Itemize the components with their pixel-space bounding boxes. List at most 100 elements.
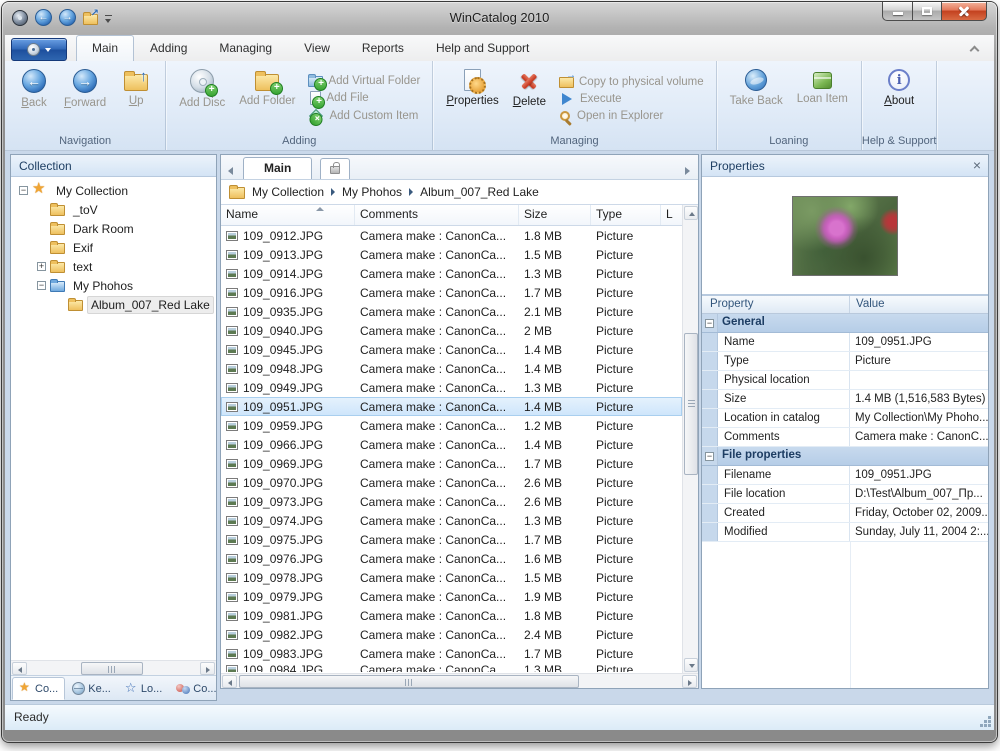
property-row-comments[interactable]: CommentsCamera make : CanonC... bbox=[702, 428, 988, 447]
tab-scroll-right-icon[interactable] bbox=[682, 161, 694, 179]
ribbon-tab-view[interactable]: View bbox=[288, 35, 346, 61]
property-row-created[interactable]: CreatedFriday, October 02, 2009... bbox=[702, 504, 988, 523]
file-row-109-0975-jpg[interactable]: 109_0975.JPGCamera make : CanonCa...1.7 … bbox=[221, 530, 682, 549]
file-row-109-0951-jpg[interactable]: 109_0951.JPGCamera make : CanonCa...1.4 … bbox=[221, 397, 682, 416]
collapse-icon[interactable]: − bbox=[37, 281, 46, 290]
resize-grip-icon[interactable] bbox=[988, 724, 991, 727]
scrollbar-thumb[interactable] bbox=[684, 333, 698, 475]
scroll-left-icon[interactable] bbox=[12, 662, 27, 675]
loan-item-button[interactable]: Loan Item bbox=[791, 65, 854, 133]
file-list-vertical-scrollbar[interactable] bbox=[682, 205, 698, 673]
forward-button[interactable]: Forward bbox=[58, 65, 112, 133]
ribbon-tab-managing[interactable]: Managing bbox=[203, 35, 288, 61]
scrollbar-thumb[interactable] bbox=[239, 675, 579, 688]
panel-tab-ke[interactable]: Ke... bbox=[65, 677, 118, 700]
properties-button[interactable]: Properties bbox=[440, 65, 504, 133]
expand-icon[interactable]: + bbox=[37, 262, 46, 271]
open-in-explorer-button[interactable]: Open in Explorer bbox=[559, 110, 704, 122]
file-row-109-0949-jpg[interactable]: 109_0949.JPGCamera make : CanonCa...1.3 … bbox=[221, 378, 682, 397]
file-row-109-0945-jpg[interactable]: 109_0945.JPGCamera make : CanonCa...1.4 … bbox=[221, 340, 682, 359]
column-header-name[interactable]: Name bbox=[221, 205, 355, 225]
file-row-109-0914-jpg[interactable]: 109_0914.JPGCamera make : CanonCa...1.3 … bbox=[221, 264, 682, 283]
property-row-location-in-catalog[interactable]: Location in catalogMy Collection\My Phoh… bbox=[702, 409, 988, 428]
add-folder-button[interactable]: Add Folder bbox=[233, 65, 301, 133]
ribbon-tab-reports[interactable]: Reports bbox=[346, 35, 420, 61]
scroll-right-icon[interactable] bbox=[200, 662, 215, 675]
ribbon-tab-adding[interactable]: Adding bbox=[134, 35, 203, 61]
tree-item-text[interactable]: +text bbox=[11, 257, 216, 276]
document-tab-locked[interactable] bbox=[320, 158, 350, 179]
document-tab-main[interactable]: Main bbox=[243, 157, 312, 179]
copy-to-physical-volume-button[interactable]: Copy to physical volume bbox=[559, 76, 704, 88]
column-header-l[interactable]: L bbox=[661, 205, 682, 225]
panel-close-icon[interactable]: × bbox=[973, 158, 981, 172]
property-row-modified[interactable]: ModifiedSunday, July 11, 2004 2:... bbox=[702, 523, 988, 542]
panel-tab-co[interactable]: Co... bbox=[169, 677, 223, 700]
file-row-109-0948-jpg[interactable]: 109_0948.JPGCamera make : CanonCa...1.4 … bbox=[221, 359, 682, 378]
breadcrumb-item-album-007-red-lake[interactable]: Album_007_Red Lake bbox=[420, 185, 539, 199]
ribbon-tab-help-and-support[interactable]: Help and Support bbox=[420, 35, 545, 61]
up-button[interactable]: Up bbox=[114, 65, 158, 133]
breadcrumb-item-my-phohos[interactable]: My Phohos bbox=[342, 185, 402, 199]
column-header-type[interactable]: Type bbox=[591, 205, 661, 225]
ribbon-collapse-icon[interactable] bbox=[970, 46, 980, 56]
execute-button[interactable]: Execute bbox=[559, 92, 704, 106]
file-row-109-0976-jpg[interactable]: 109_0976.JPGCamera make : CanonCa...1.6 … bbox=[221, 549, 682, 568]
file-row-109-0983-jpg[interactable]: 109_0983.JPGCamera make : CanonCa...1.7 … bbox=[221, 644, 682, 663]
file-row-109-0913-jpg[interactable]: 109_0913.JPGCamera make : CanonCa...1.5 … bbox=[221, 245, 682, 264]
scrollbar-thumb[interactable] bbox=[81, 662, 143, 675]
tree-item-dark-room[interactable]: Dark Room bbox=[11, 219, 216, 238]
minimize-button[interactable] bbox=[882, 2, 912, 21]
tab-scroll-left-icon[interactable] bbox=[225, 161, 237, 179]
file-row-109-0970-jpg[interactable]: 109_0970.JPGCamera make : CanonCa...2.6 … bbox=[221, 473, 682, 492]
close-button[interactable] bbox=[941, 2, 987, 21]
scroll-right-icon[interactable] bbox=[682, 675, 697, 688]
file-row-109-0940-jpg[interactable]: 109_0940.JPGCamera make : CanonCa...2 MB… bbox=[221, 321, 682, 340]
file-list-horizontal-scrollbar[interactable] bbox=[221, 673, 698, 688]
add-disc-button[interactable]: Add Disc bbox=[173, 65, 231, 133]
property-row-type[interactable]: TypePicture bbox=[702, 352, 988, 371]
scroll-up-icon[interactable] bbox=[684, 206, 698, 220]
about-button[interactable]: About bbox=[877, 65, 921, 133]
file-row-109-0959-jpg[interactable]: 109_0959.JPGCamera make : CanonCa...1.2 … bbox=[221, 416, 682, 435]
file-row-109-0969-jpg[interactable]: 109_0969.JPGCamera make : CanonCa...1.7 … bbox=[221, 454, 682, 473]
file-row-109-0984-jpg[interactable]: 109_0984.JPGCamera make : CanonCa...1.3 … bbox=[221, 663, 682, 672]
tree-item-exif[interactable]: Exif bbox=[11, 238, 216, 257]
property-section-file-properties[interactable]: −File properties bbox=[702, 447, 988, 466]
property-row-file-location[interactable]: File locationD:\Test\Album_007_Пр... bbox=[702, 485, 988, 504]
file-row-109-0935-jpg[interactable]: 109_0935.JPGCamera make : CanonCa...2.1 … bbox=[221, 302, 682, 321]
file-row-109-0978-jpg[interactable]: 109_0978.JPGCamera make : CanonCa...1.5 … bbox=[221, 568, 682, 587]
maximize-button[interactable] bbox=[912, 2, 941, 21]
property-section-general[interactable]: −General bbox=[702, 314, 988, 333]
panel-tab-lo[interactable]: Lo... bbox=[118, 677, 169, 700]
file-row-109-0982-jpg[interactable]: 109_0982.JPGCamera make : CanonCa...2.4 … bbox=[221, 625, 682, 644]
tree-item-my-phohos[interactable]: −My Phohos bbox=[11, 276, 216, 295]
column-header-comments[interactable]: Comments bbox=[355, 205, 519, 225]
back-button[interactable]: Back bbox=[12, 65, 56, 133]
property-column-header[interactable]: Property bbox=[702, 296, 850, 313]
breadcrumb-item-my-collection[interactable]: My Collection bbox=[252, 185, 324, 199]
add-virtual-folder-button[interactable]: Add Virtual Folder bbox=[308, 75, 420, 87]
ribbon-tab-main[interactable]: Main bbox=[76, 35, 134, 61]
collapse-icon[interactable]: − bbox=[19, 186, 28, 195]
tree-item-album-007-red-lake[interactable]: Album_007_Red Lake bbox=[11, 295, 216, 314]
column-header-size[interactable]: Size bbox=[519, 205, 591, 225]
file-row-109-0973-jpg[interactable]: 109_0973.JPGCamera make : CanonCa...2.6 … bbox=[221, 492, 682, 511]
add-custom-item-button[interactable]: Add Custom Item bbox=[308, 109, 420, 123]
value-column-header[interactable]: Value bbox=[850, 296, 988, 313]
add-file-button[interactable]: Add File bbox=[308, 91, 420, 105]
property-row-physical-location[interactable]: Physical location bbox=[702, 371, 988, 390]
scroll-left-icon[interactable] bbox=[222, 675, 237, 688]
tree-item-tov[interactable]: _toV bbox=[11, 200, 216, 219]
file-row-109-0912-jpg[interactable]: 109_0912.JPGCamera make : CanonCa...1.8 … bbox=[221, 226, 682, 245]
application-menu-button[interactable] bbox=[11, 38, 67, 61]
scroll-down-icon[interactable] bbox=[684, 658, 698, 672]
collection-horizontal-scrollbar[interactable] bbox=[11, 660, 216, 675]
collapse-icon[interactable]: − bbox=[705, 319, 714, 328]
delete-button[interactable]: Delete bbox=[507, 65, 552, 133]
property-row-name[interactable]: Name109_0951.JPG bbox=[702, 333, 988, 352]
collapse-icon[interactable]: − bbox=[705, 452, 714, 461]
file-row-109-0966-jpg[interactable]: 109_0966.JPGCamera make : CanonCa...1.4 … bbox=[221, 435, 682, 454]
tree-item-my-collection[interactable]: −My Collection bbox=[11, 181, 216, 200]
file-row-109-0974-jpg[interactable]: 109_0974.JPGCamera make : CanonCa...1.3 … bbox=[221, 511, 682, 530]
